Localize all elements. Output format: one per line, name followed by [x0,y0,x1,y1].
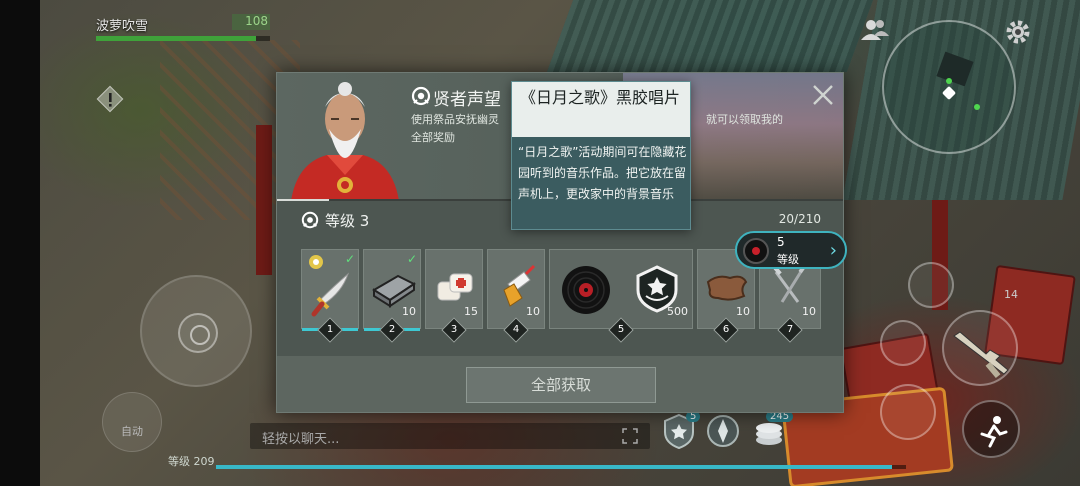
next-reward-label: 等级 [777,253,799,266]
close-icon[interactable] [811,83,835,107]
reward-quantity: 10 [402,305,416,318]
claimed-check-icon: ✓ [406,252,417,266]
reward-quantity: 10 [526,305,540,318]
prestige-icon [411,86,431,106]
gear-icon[interactable] [1004,18,1032,46]
player-marker-icon [941,85,957,101]
next-reward-chip[interactable]: 5 等级 › [735,231,847,269]
tooltip-description: “日月之歌”活动期间可在隐藏花园听到的音乐作品。把它放在留声机上，更改家中的背景… [518,145,687,201]
roof-tiles [546,0,874,72]
minimap[interactable] [882,20,1016,154]
action-button[interactable] [880,384,936,440]
screen-edge [0,0,40,486]
player-hp-value: 108 [232,14,270,30]
aim-button[interactable] [880,320,926,366]
chat-placeholder: 轻按以聊天... [262,432,340,447]
bandage-icon [437,273,473,301]
next-reward-level: 5 [777,235,785,249]
chevron-right-icon: › [829,240,837,261]
friends-icon[interactable] [860,18,890,42]
glue-bottle-icon [503,264,536,307]
auto-move-label: 自动 [121,425,143,438]
dagger-icon [311,272,350,317]
nails-icon [772,264,808,303]
tier-number: 5 [617,324,625,335]
reward-quantity: 15 [464,305,478,318]
warning-icon[interactable] [95,84,125,114]
description-tail: 就可以领取我的 [706,113,783,126]
sprint-button[interactable] [962,400,1020,458]
prestige-small-icon [309,255,323,269]
tier-number: 7 [786,324,794,335]
vinyl-record-icon [743,238,769,264]
expand-icon[interactable] [622,428,638,444]
player-name: 波萝吹雪 [96,19,149,34]
movement-joystick[interactable] [140,275,252,387]
claimed-check-icon: ✓ [344,252,355,266]
dialog-title: 贤者声望 [433,90,501,110]
claim-all-button[interactable]: 全部获取 [466,367,656,403]
player-hp-bar [96,36,270,41]
xp-bar [216,465,906,469]
red-pillar [256,125,272,275]
ammo-count: 14 [1004,288,1018,301]
player-level-label: 等级 209 [168,455,215,468]
prestige-level: 等级 3 [325,212,370,230]
metal-ingot-icon [372,274,416,308]
tier-number: 2 [388,324,396,335]
rifle-icon [953,331,1009,379]
item-tooltip: 《日月之歌》黑胶唱片 “日月之歌”活动期间可在隐藏花园听到的音乐作品。把它放在留… [511,81,691,230]
tier-number: 3 [450,324,458,335]
reward-quantity: 10 [802,305,816,318]
prestige-progress: 20/210 [778,212,821,226]
tier-number: 1 [326,324,334,335]
vinyl-record-icon [562,266,610,314]
tier-number: 4 [512,324,520,335]
leather-icon [706,275,748,301]
tooltip-title: 《日月之歌》黑胶唱片 [512,82,690,137]
tier-number: 6 [722,324,730,335]
running-man-icon [980,416,1008,448]
chat-input[interactable]: 轻按以聊天... [250,423,650,449]
emblem-icon[interactable] [704,412,742,450]
reward-quantity: 500 [667,305,688,318]
prestige-level-icon [301,211,319,229]
reward-quantity: 10 [736,305,750,318]
sage-portrait [291,82,399,201]
auto-move-button[interactable]: 自动 [102,392,162,452]
dialog-footer: 全部获取 [277,356,843,412]
target-lock-button[interactable] [908,262,954,308]
